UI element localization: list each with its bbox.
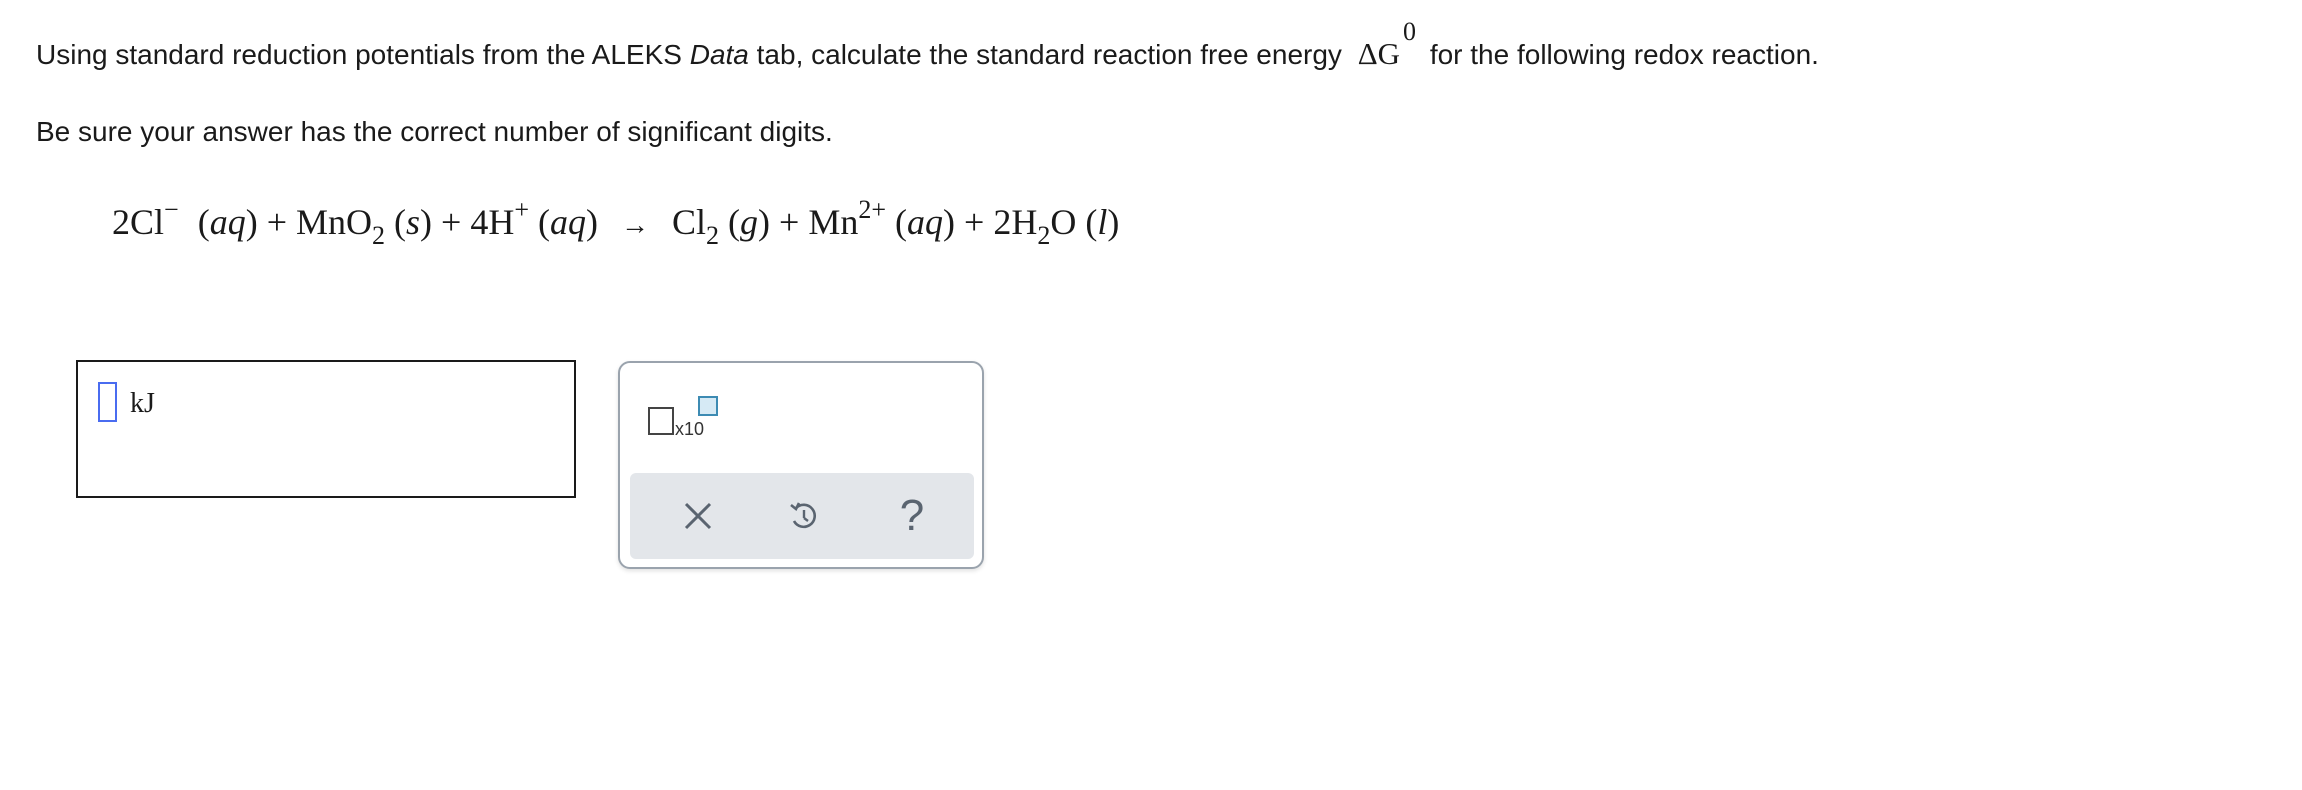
delta-g-symbol: ΔG 0 xyxy=(1358,17,1416,74)
help-button[interactable]: ? xyxy=(882,486,942,546)
eq-state-aq: aq xyxy=(209,202,246,242)
scientific-notation-button[interactable]: x10 xyxy=(648,393,728,443)
eq-state-aq: aq xyxy=(907,202,944,242)
eq-water-sub: 2 xyxy=(1037,221,1051,250)
question-line-1: Using standard reduction potentials from… xyxy=(36,17,1819,75)
eq-plus: + xyxy=(441,202,462,242)
question-text-start: Using standard reduction potentials from… xyxy=(36,39,682,70)
question-line-2: Be sure your answer has the correct numb… xyxy=(36,116,833,147)
eq-hydrogen-charge: + xyxy=(514,195,530,224)
eq-hydrogen: 4H xyxy=(470,202,515,242)
delta-g-superscript: 0 xyxy=(1403,17,1417,46)
clear-button[interactable] xyxy=(668,486,728,546)
question-text-middle: tab, calculate the standard reaction fre… xyxy=(756,39,1342,70)
eq-cl2-sub: 2 xyxy=(706,221,720,250)
eq-water: 2H xyxy=(993,202,1038,242)
undo-button[interactable] xyxy=(774,486,834,546)
data-tab-reference: Data xyxy=(689,39,749,70)
x10-exponent-box xyxy=(698,396,718,416)
eq-mno2: MnO xyxy=(296,202,373,242)
eq-plus: + xyxy=(779,202,800,242)
close-icon xyxy=(684,502,712,530)
eq-plus: + xyxy=(964,202,985,242)
eq-water-o: O xyxy=(1050,202,1077,242)
eq-mn-charge: 2+ xyxy=(858,195,887,224)
eq-state-l: l xyxy=(1097,202,1108,242)
answer-input-field[interactable] xyxy=(98,382,117,422)
palette-action-bar: ? xyxy=(630,473,974,559)
eq-plus: + xyxy=(266,202,287,242)
eq-state-aq: aq xyxy=(550,202,587,242)
eq-chloride-charge: − xyxy=(164,195,179,224)
eq-mno2-sub: 2 xyxy=(372,221,386,250)
math-palette: x10 ? xyxy=(618,361,984,569)
eq-cl2: Cl xyxy=(672,202,707,242)
redox-equation: 2Cl− (aq) + MnO2 (s) + 4H+ (aq) → Cl2 (g… xyxy=(112,195,1120,250)
answer-input-box[interactable]: kJ xyxy=(76,360,576,498)
question-text-end: for the following redox reaction. xyxy=(1429,39,1819,70)
x10-label: x10 xyxy=(675,419,705,439)
eq-state-s: s xyxy=(406,202,421,242)
eq-mn: Mn xyxy=(808,202,859,242)
answer-unit: kJ xyxy=(130,388,155,419)
x10-base-box xyxy=(648,407,674,435)
reaction-arrow-icon: → xyxy=(621,210,650,241)
eq-chloride: 2Cl xyxy=(112,202,165,242)
eq-state-g: g xyxy=(740,202,759,242)
undo-icon xyxy=(790,502,816,529)
